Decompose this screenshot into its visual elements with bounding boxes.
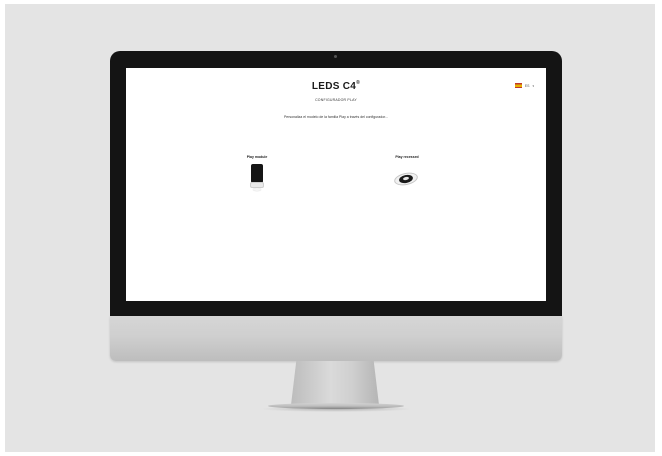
language-label: ES xyxy=(524,83,530,88)
product-name: Play module xyxy=(246,155,268,159)
product-card-play-recessed[interactable]: Play recessed xyxy=(382,155,432,188)
brand-logo[interactable]: LEDS C4® xyxy=(126,80,546,92)
spain-flag-icon xyxy=(514,83,522,88)
webcam-icon xyxy=(334,55,337,58)
monitor-chin xyxy=(110,316,562,361)
screen: LEDS C4® CONFIGURADOR PLAY Personaliza e… xyxy=(126,68,546,301)
chevron-down-icon: ▾ xyxy=(532,83,534,88)
page-subtitle: CONFIGURADOR PLAY xyxy=(315,98,357,102)
spotlight-module-icon[interactable] xyxy=(250,164,264,192)
stand-shadow xyxy=(260,406,412,412)
monitor-bezel: LEDS C4® CONFIGURADOR PLAY Personaliza e… xyxy=(110,51,562,316)
product-card-play-module[interactable]: Play module xyxy=(232,155,282,191)
logo-mark: ® xyxy=(356,80,361,86)
language-selector[interactable]: ES ▾ xyxy=(514,83,534,88)
recessed-downlight-icon[interactable] xyxy=(393,170,419,188)
product-name: Play recessed xyxy=(395,155,419,159)
logo-text: LEDS C4 xyxy=(311,81,357,92)
intro-text: Personaliza el modelo de la familia Play… xyxy=(283,115,389,119)
monitor-stand xyxy=(291,361,379,405)
